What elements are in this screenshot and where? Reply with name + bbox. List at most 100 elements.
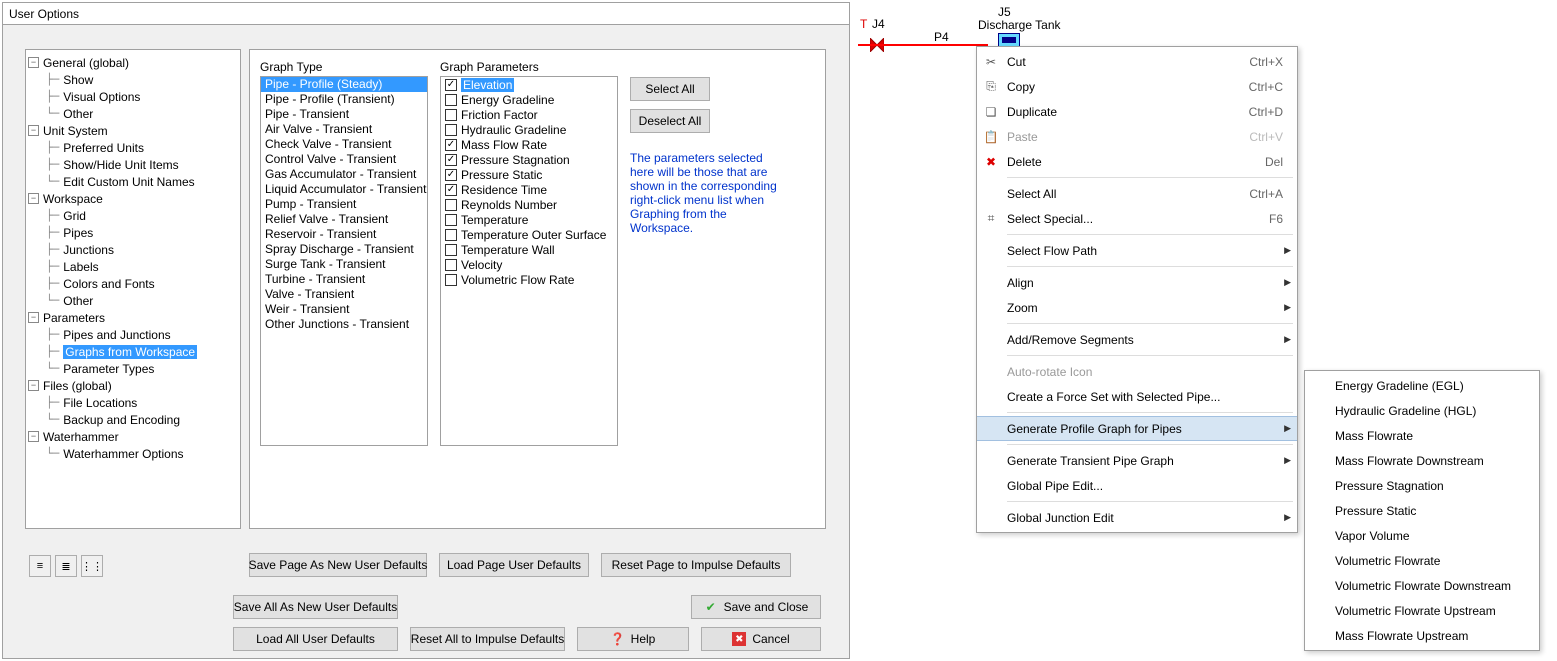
list-item[interactable]: Energy Gradeline	[441, 92, 617, 107]
menu-item[interactable]: Global Pipe Edit...	[977, 473, 1297, 498]
reset-page-defaults-button[interactable]: Reset Page to Impulse Defaults	[601, 553, 791, 577]
minus-icon[interactable]: −	[28, 380, 39, 391]
save-page-defaults-button[interactable]: Save Page As New User Defaults	[249, 553, 427, 577]
checkbox[interactable]: ✓	[445, 139, 457, 151]
menu-item[interactable]: Volumetric Flowrate Downstream	[1305, 573, 1539, 598]
menu-item[interactable]: Generate Transient Pipe Graph▶	[977, 448, 1297, 473]
menu-item[interactable]: Global Junction Edit▶	[977, 505, 1297, 530]
expand-all-icon[interactable]: ≣	[55, 555, 77, 577]
profile-graph-submenu[interactable]: Energy Gradeline (EGL)Hydraulic Gradelin…	[1304, 370, 1540, 651]
menu-item[interactable]: Mass Flowrate Downstream	[1305, 448, 1539, 473]
junction-j5-tank-symbol[interactable]	[998, 33, 1020, 47]
menu-item[interactable]: Pressure Static	[1305, 498, 1539, 523]
list-item[interactable]: Spray Discharge - Transient	[261, 242, 427, 257]
tree-item-parameters[interactable]: − Parameters	[28, 309, 238, 326]
minus-icon[interactable]: −	[28, 57, 39, 68]
list-item[interactable]: Friction Factor	[441, 107, 617, 122]
tree-item-waterhammer[interactable]: − Waterhammer	[28, 428, 238, 445]
tree-item-pipes[interactable]: ├─Pipes	[28, 224, 238, 241]
tree-item-colors[interactable]: ├─Colors and Fonts	[28, 275, 238, 292]
list-item[interactable]: Surge Tank - Transient	[261, 257, 427, 272]
minus-icon[interactable]: −	[28, 312, 39, 323]
checkbox[interactable]	[445, 214, 457, 226]
checkbox[interactable]: ✓	[445, 154, 457, 166]
checkbox[interactable]: ✓	[445, 169, 457, 181]
checkbox[interactable]	[445, 94, 457, 106]
list-item[interactable]: ✓Elevation	[441, 77, 617, 92]
list-item[interactable]: Temperature Outer Surface	[441, 227, 617, 242]
context-menu[interactable]: ✂CutCtrl+X⎘CopyCtrl+C❏DuplicateCtrl+D📋Pa…	[976, 46, 1298, 533]
tree-item-show[interactable]: ├─Show	[28, 71, 238, 88]
menu-item[interactable]: Mass Flowrate	[1305, 423, 1539, 448]
list-item[interactable]: Liquid Accumulator - Transient	[261, 182, 427, 197]
list-item[interactable]: Weir - Transient	[261, 302, 427, 317]
tree-item-junctions[interactable]: ├─Junctions	[28, 241, 238, 258]
load-all-defaults-button[interactable]: Load All User Defaults	[233, 627, 398, 651]
checkbox[interactable]	[445, 229, 457, 241]
list-item[interactable]: Velocity	[441, 257, 617, 272]
list-item[interactable]: Control Valve - Transient	[261, 152, 427, 167]
minus-icon[interactable]: −	[28, 431, 39, 442]
tree-item-backup-encoding[interactable]: └─Backup and Encoding	[28, 411, 238, 428]
menu-item[interactable]: ✖DeleteDel	[977, 149, 1297, 174]
menu-item[interactable]: Create a Force Set with Selected Pipe...	[977, 384, 1297, 409]
tree-options-icon[interactable]: ⋮⋮	[81, 555, 103, 577]
list-item[interactable]: Relief Valve - Transient	[261, 212, 427, 227]
checkbox[interactable]	[445, 259, 457, 271]
list-item[interactable]: ✓Mass Flow Rate	[441, 137, 617, 152]
tree-item-general[interactable]: − General (global)	[28, 54, 238, 71]
list-item[interactable]: Pipe - Profile (Steady)	[261, 77, 427, 92]
list-item[interactable]: Other Junctions - Transient	[261, 317, 427, 332]
menu-item[interactable]: Add/Remove Segments▶	[977, 327, 1297, 352]
list-item[interactable]: Hydraulic Gradeline	[441, 122, 617, 137]
checkbox[interactable]	[445, 244, 457, 256]
list-item[interactable]: Temperature Wall	[441, 242, 617, 257]
pipe-p4-line[interactable]	[858, 44, 988, 46]
menu-item[interactable]: ⌗Select Special...F6	[977, 206, 1297, 231]
tree-item-preferred-units[interactable]: ├─Preferred Units	[28, 139, 238, 156]
menu-item[interactable]: Mass Flowrate Upstream	[1305, 623, 1539, 648]
list-item[interactable]: Check Valve - Transient	[261, 137, 427, 152]
tree-item-graphs-from-workspace[interactable]: ├─Graphs from Workspace	[28, 343, 238, 360]
menu-item[interactable]: Energy Gradeline (EGL)	[1305, 373, 1539, 398]
list-item[interactable]: Valve - Transient	[261, 287, 427, 302]
load-page-defaults-button[interactable]: Load Page User Defaults	[439, 553, 589, 577]
list-item[interactable]: ✓Pressure Static	[441, 167, 617, 182]
help-button[interactable]: ❓ Help	[577, 627, 689, 651]
list-item[interactable]: Reynolds Number	[441, 197, 617, 212]
options-tree[interactable]: − General (global) ├─Show ├─Visual Optio…	[25, 49, 241, 529]
list-item[interactable]: ✓Pressure Stagnation	[441, 152, 617, 167]
tree-item-pipes-junctions[interactable]: ├─Pipes and Junctions	[28, 326, 238, 343]
checkbox[interactable]	[445, 124, 457, 136]
tree-item-unit-system[interactable]: − Unit System	[28, 122, 238, 139]
cancel-button[interactable]: ✖ Cancel	[701, 627, 821, 651]
menu-item[interactable]: Align▶	[977, 270, 1297, 295]
menu-item[interactable]: ❏DuplicateCtrl+D	[977, 99, 1297, 124]
minus-icon[interactable]: −	[28, 193, 39, 204]
list-item[interactable]: Reservoir - Transient	[261, 227, 427, 242]
save-close-button[interactable]: ✔ Save and Close	[691, 595, 821, 619]
list-item[interactable]: Gas Accumulator - Transient	[261, 167, 427, 182]
checkbox[interactable]: ✓	[445, 79, 457, 91]
menu-item[interactable]: Select AllCtrl+A	[977, 181, 1297, 206]
list-item[interactable]: Pipe - Profile (Transient)	[261, 92, 427, 107]
checkbox[interactable]	[445, 274, 457, 286]
tree-item-grid[interactable]: ├─Grid	[28, 207, 238, 224]
list-item[interactable]: Turbine - Transient	[261, 272, 427, 287]
graph-type-listbox[interactable]: Pipe - Profile (Steady)Pipe - Profile (T…	[260, 76, 428, 446]
menu-item[interactable]: Vapor Volume	[1305, 523, 1539, 548]
minus-icon[interactable]: −	[28, 125, 39, 136]
deselect-all-button[interactable]: Deselect All	[630, 109, 710, 133]
tree-item-waterhammer-options[interactable]: └─Waterhammer Options	[28, 445, 238, 462]
tree-item-visual[interactable]: ├─Visual Options	[28, 88, 238, 105]
checkbox[interactable]	[445, 199, 457, 211]
menu-item[interactable]: Generate Profile Graph for Pipes▶	[977, 416, 1297, 441]
list-item[interactable]: Temperature	[441, 212, 617, 227]
checkbox[interactable]: ✓	[445, 184, 457, 196]
tree-item-other1[interactable]: └─Other	[28, 105, 238, 122]
collapse-all-icon[interactable]: ≡	[29, 555, 51, 577]
tree-item-other2[interactable]: └─Other	[28, 292, 238, 309]
menu-item[interactable]: Volumetric Flowrate	[1305, 548, 1539, 573]
tree-item-show-hide-units[interactable]: ├─Show/Hide Unit Items	[28, 156, 238, 173]
menu-item[interactable]: Zoom▶	[977, 295, 1297, 320]
